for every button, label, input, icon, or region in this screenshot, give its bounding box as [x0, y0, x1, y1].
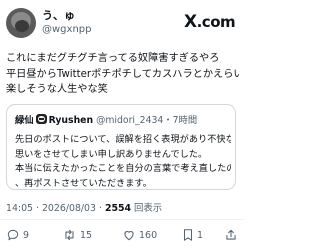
quoted-display-name-suffix: Ryushen	[48, 115, 94, 126]
x-logo-suffix: .com	[196, 13, 236, 31]
share-icon	[226, 229, 236, 240]
tweet-meta: 14:05 · 2026/08/03 · 2554 回表示	[6, 203, 162, 215]
tweet-line: 楽しそうな人生やな笑	[6, 84, 108, 95]
panda-emoji-icon	[35, 114, 47, 124]
avatar[interactable]	[6, 8, 36, 38]
x-logo-mark: X	[184, 12, 197, 32]
tweet-line: これにまだグチグチ言ってる奴障害すぎるやろ	[6, 53, 220, 64]
quoted-line: 先日のポストについて、誤解を招く表現があり不快な	[15, 134, 231, 145]
quoted-line: 、再ポストさせていただきます。	[15, 177, 152, 189]
repost-count: 15	[80, 229, 93, 241]
heart-icon	[124, 231, 134, 241]
quoted-tweet[interactable]: 緑仙 Ryushen @midori_2434・7時間 先日のポストについて、誤解…	[6, 104, 236, 190]
tweet-line: 平日昼からTwitterポチポチしてカスハラとかえらい	[6, 68, 240, 80]
like-count: 160	[139, 229, 158, 241]
quoted-line: 本当に伝えたかったことを自分の言葉で考え直したので	[15, 163, 231, 174]
divider	[0, 219, 244, 220]
quoted-line: 思いをさせてしまい申し訳ありませんでした。	[15, 148, 208, 160]
share-button[interactable]	[224, 224, 238, 246]
reply-icon	[7, 229, 19, 241]
quoted-separator: ・	[163, 115, 173, 126]
like-button[interactable]: 160	[122, 224, 157, 246]
quoted-time: 7時間	[172, 115, 198, 126]
x-logo: X.com	[184, 12, 236, 32]
user-handle[interactable]: @wgxnpp	[42, 23, 91, 36]
quoted-tweet-header: 緑仙 Ryushen @midori_2434・7時間	[15, 114, 197, 127]
quoted-display-name: 緑仙	[15, 115, 34, 126]
view-count: 2554	[104, 203, 132, 214]
quoted-handle: @midori_2434	[96, 115, 164, 126]
reply-button[interactable]: 9	[6, 224, 29, 246]
bookmark-icon	[183, 229, 193, 241]
bookmark-button[interactable]: 1	[182, 224, 203, 246]
repost-icon	[65, 229, 74, 241]
view-count-label: 回表示	[131, 203, 163, 214]
tweet-header: う、ゅ @wgxnpp X.com	[6, 6, 238, 40]
action-bar: 9 15 160 1	[0, 224, 244, 246]
quoted-tweet-text: 先日のポストについて、誤解を招く表現があり不快な 思いをさせてしまい申し訳ありま…	[15, 133, 231, 191]
bookmark-count: 1	[197, 229, 204, 241]
display-name[interactable]: う、ゅ	[42, 9, 91, 23]
reply-count: 9	[23, 229, 30, 241]
tweet-text: これにまだグチグチ言ってる奴障害すぎるやろ 平日昼からTwitterポチポチして…	[6, 51, 240, 98]
repost-button[interactable]: 15	[62, 224, 92, 246]
author-info[interactable]: う、ゅ @wgxnpp	[42, 9, 91, 36]
timestamp[interactable]: 14:05 · 2026/08/03 ·	[6, 203, 105, 214]
